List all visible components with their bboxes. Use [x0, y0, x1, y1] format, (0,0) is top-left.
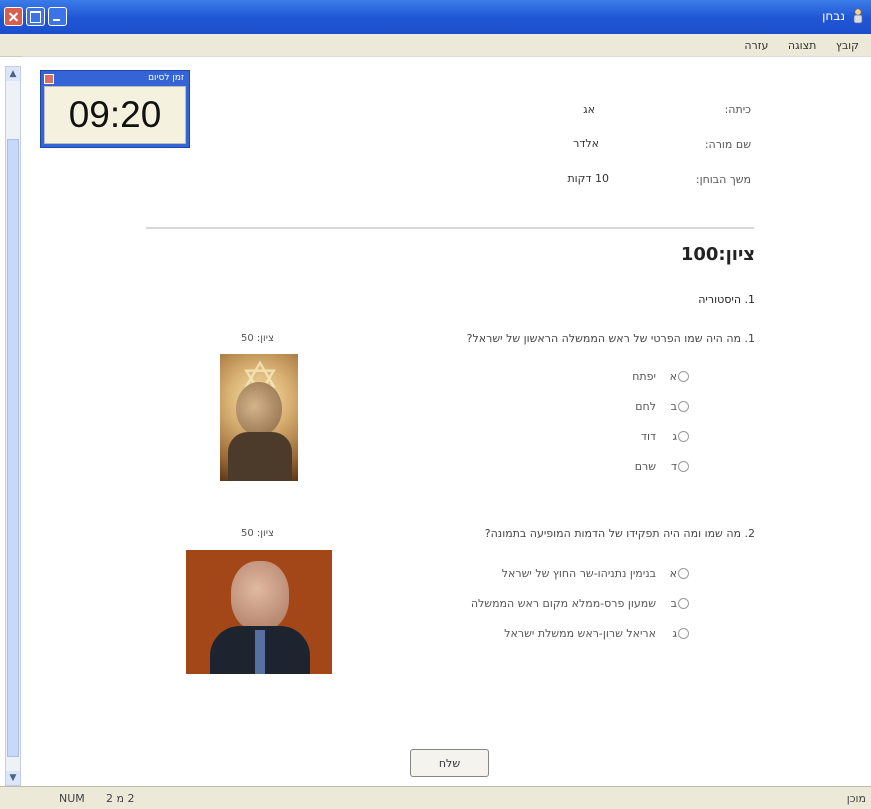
- q2-option-a-letter: א: [669, 567, 677, 580]
- app-title: נבחן: [822, 9, 845, 23]
- q1-option-d-letter: ד: [670, 460, 677, 473]
- q1-option-a-text: יפתח: [632, 370, 656, 383]
- q1-option-d-radio[interactable]: [678, 461, 689, 472]
- q1-option-c-text: דוד: [640, 430, 656, 443]
- question-2-photo: [186, 550, 332, 674]
- class-label: כיתה:: [724, 103, 751, 116]
- timer-label: זמן לסיום: [148, 73, 184, 83]
- exam-content: [22, 56, 871, 787]
- q1-option-b-letter: ב: [670, 400, 677, 413]
- q2-option-a-text: בנימין נתניהו-שר החוץ של ישראל: [501, 567, 656, 580]
- duration-label: משך הבוחן:: [695, 173, 751, 186]
- question-2-score: ציון: 50: [241, 528, 274, 539]
- q1-option-b-text: לחם: [635, 400, 656, 413]
- q2-option-b-letter: ב: [670, 597, 677, 610]
- question-1-photo: ✡: [220, 354, 298, 481]
- question-2-text: 2. מה שמו ומה היה תפקידו של הדמות המופיע…: [484, 527, 755, 540]
- teacher-label: שם מורה:: [704, 138, 751, 151]
- timer-close-icon[interactable]: [44, 74, 54, 84]
- divider: [146, 227, 754, 229]
- minimize-icon[interactable]: [48, 7, 67, 26]
- title-bar: נבחן: [0, 0, 871, 34]
- status-bar: NUM 2 מ 2 מוכן: [0, 786, 871, 809]
- menu-item-help[interactable]: עזרה: [744, 39, 768, 52]
- scroll-up-icon[interactable]: ▲: [6, 67, 20, 81]
- app-user-icon: [853, 8, 863, 24]
- duration-value: 10 דקות: [567, 172, 609, 185]
- grade-heading: ציון:100: [680, 244, 755, 265]
- close-icon[interactable]: [4, 7, 23, 26]
- q1-option-b-radio[interactable]: [678, 401, 689, 412]
- teacher-value: אלדר: [573, 137, 599, 150]
- q1-option-d-text: שרם: [634, 460, 656, 473]
- class-value: אג: [583, 103, 595, 116]
- send-button[interactable]: שלח: [410, 749, 489, 777]
- timer-value: 09:20: [44, 86, 186, 144]
- menu-bar: קובץ תצוגה עזרה: [0, 34, 871, 57]
- status-ready: מוכן: [846, 792, 866, 805]
- status-num: NUM: [59, 792, 85, 805]
- maximize-icon[interactable]: [26, 7, 45, 26]
- scroll-down-icon[interactable]: ▼: [6, 771, 20, 785]
- q2-option-b-text: שמעון פרס-ממלא מקום ראש הממשלה: [470, 597, 656, 610]
- q2-option-c-radio[interactable]: [678, 628, 689, 639]
- question-1-text: 1. מה היה שמו הפרטי של ראש הממשלה הראשון…: [466, 332, 755, 345]
- section-title: 1. היסטוריה: [698, 293, 755, 306]
- q1-option-c-radio[interactable]: [678, 431, 689, 442]
- question-1-score: ציון: 50: [241, 333, 274, 344]
- q2-option-a-radio[interactable]: [678, 568, 689, 579]
- q1-option-a-radio[interactable]: [678, 371, 689, 382]
- vertical-scrollbar[interactable]: ▲ ▼: [5, 66, 21, 786]
- menu-item-file[interactable]: קובץ: [836, 39, 859, 52]
- q2-option-c-letter: ג: [672, 627, 677, 640]
- timer-panel: זמן לסיום 09:20: [40, 70, 190, 148]
- q1-option-a-letter: א: [669, 370, 677, 383]
- q1-option-c-letter: ג: [672, 430, 677, 443]
- scroll-thumb[interactable]: [7, 139, 19, 757]
- q2-option-c-text: אריאל שרון-ראש ממשלת ישראל: [504, 627, 656, 640]
- status-page: 2 מ 2: [106, 792, 135, 805]
- q2-option-b-radio[interactable]: [678, 598, 689, 609]
- menu-item-view[interactable]: תצוגה: [788, 39, 816, 52]
